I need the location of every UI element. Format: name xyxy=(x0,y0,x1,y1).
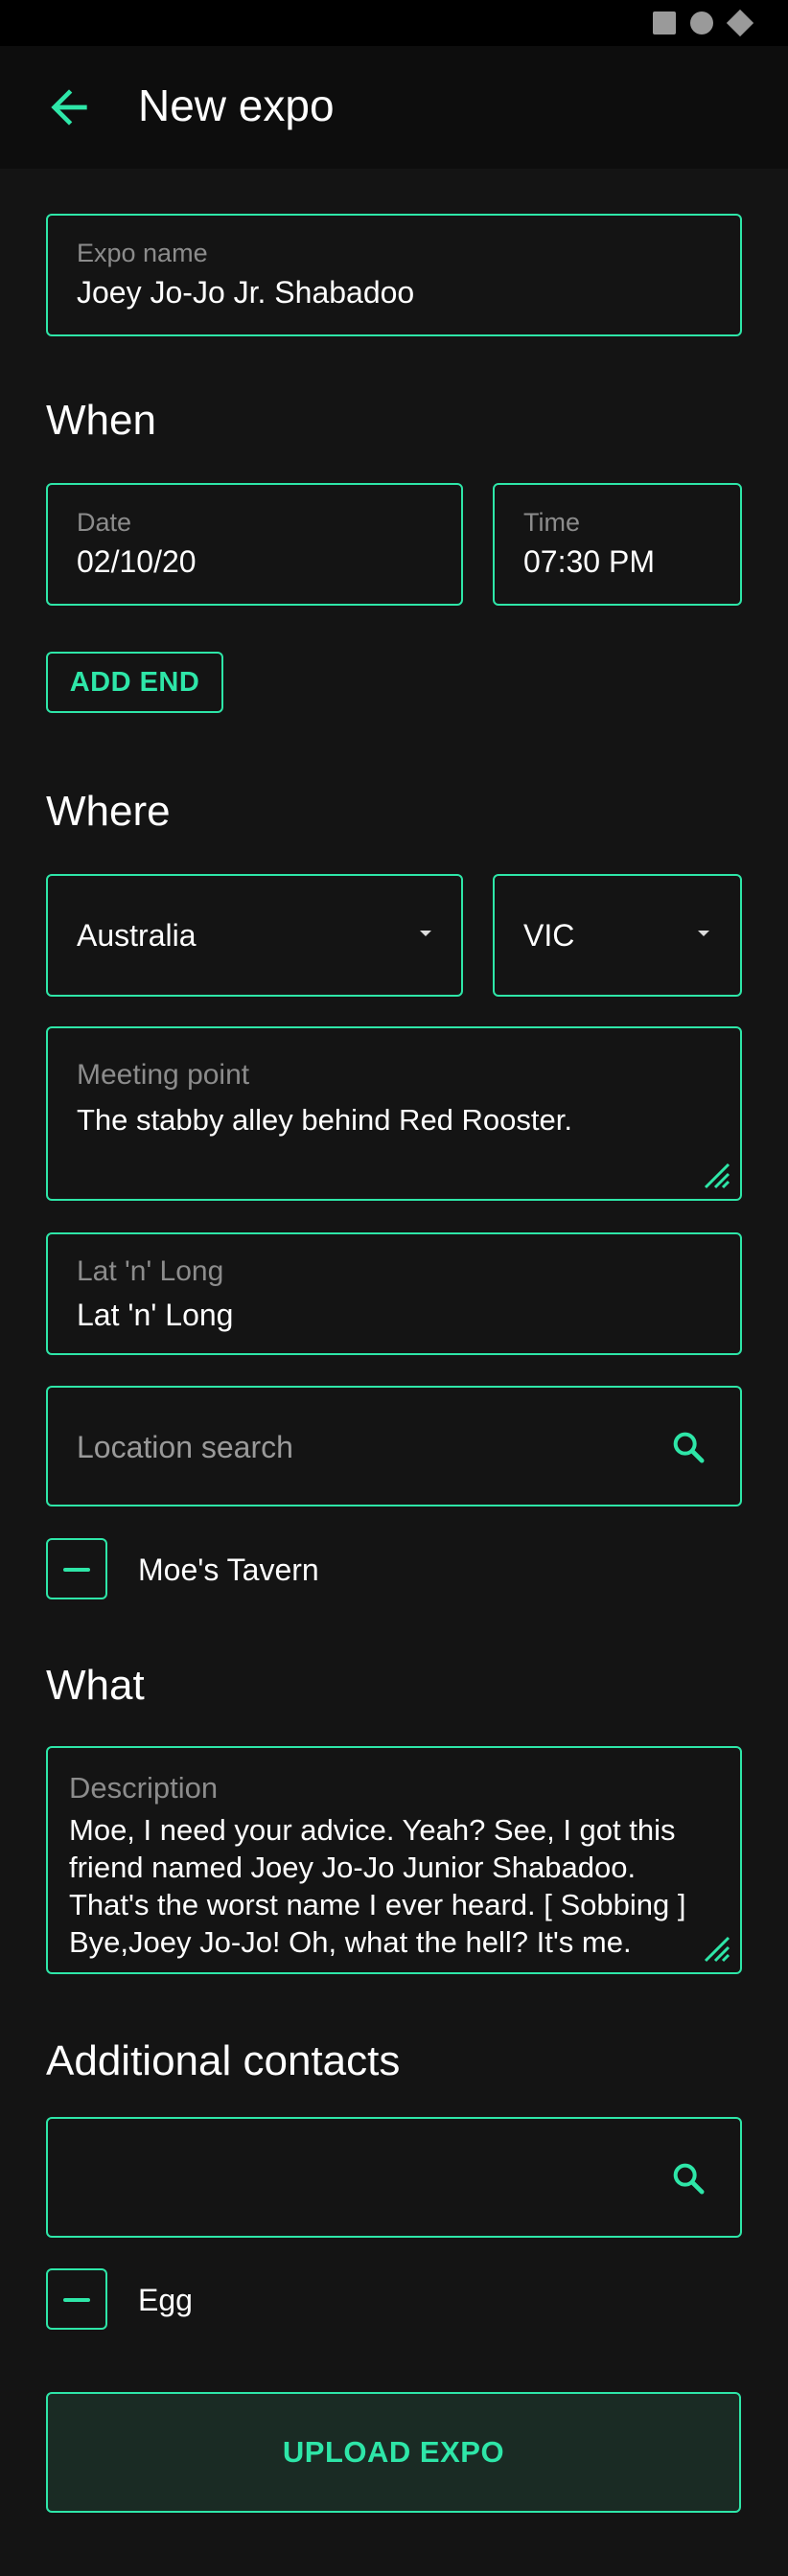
page-title: New expo xyxy=(138,80,335,130)
date-value: 02/10/20 xyxy=(77,544,197,579)
date-label: Date xyxy=(77,508,132,537)
lat-long-label: Lat 'n' Long xyxy=(77,1255,224,1287)
expo-name-label: Expo name xyxy=(77,239,208,267)
what-heading: What xyxy=(46,1662,145,1709)
minus-icon xyxy=(63,2298,90,2302)
description-field[interactable]: Description Moe, I need your advice. Yea… xyxy=(46,1746,742,1974)
status-bar xyxy=(0,0,788,46)
minus-icon xyxy=(63,1568,90,1572)
where-heading: Where xyxy=(46,788,171,835)
expo-name-value: Joey Jo-Jo Jr. Shabadoo xyxy=(77,275,415,310)
state-select[interactable]: VIC xyxy=(493,874,742,997)
resize-handle-icon[interactable] xyxy=(702,1934,730,1963)
lat-long-value: Lat 'n' Long xyxy=(77,1298,234,1332)
upload-expo-button[interactable]: UPLOAD EXPO xyxy=(46,2392,741,2513)
meeting-point-field[interactable]: Meeting point The stabby alley behind Re… xyxy=(46,1026,742,1201)
selected-location-label: Moe's Tavern xyxy=(138,1552,319,1587)
date-field[interactable]: Date 02/10/20 xyxy=(46,483,463,606)
app-bar: New expo xyxy=(0,46,788,169)
arrow-left-icon xyxy=(51,89,87,126)
selected-contact-label: Egg xyxy=(138,2283,193,2317)
remove-contact-button[interactable] xyxy=(46,2268,107,2330)
country-value: Australia xyxy=(77,918,197,953)
additional-contacts-heading: Additional contacts xyxy=(46,2037,401,2084)
contact-search-field[interactable] xyxy=(46,2117,742,2238)
time-value: 07:30 PM xyxy=(523,544,655,579)
recents-icon xyxy=(653,12,676,34)
back-button[interactable] xyxy=(42,80,96,134)
remove-location-button[interactable] xyxy=(46,1538,107,1599)
caret-down-icon xyxy=(420,931,431,936)
search-icon[interactable] xyxy=(669,2159,707,2197)
back-nav-icon xyxy=(726,9,754,37)
home-icon xyxy=(690,12,713,34)
description-value: Moe, I need your advice. Yeah? See, I go… xyxy=(69,1813,686,1959)
time-field[interactable]: Time 07:30 PM xyxy=(493,483,742,606)
resize-handle-icon[interactable] xyxy=(702,1161,730,1189)
lat-long-field[interactable]: Lat 'n' Long Lat 'n' Long xyxy=(46,1232,742,1355)
location-search-field[interactable]: Location search xyxy=(46,1386,742,1506)
time-label: Time xyxy=(523,508,580,537)
state-value: VIC xyxy=(523,918,575,953)
caret-down-icon xyxy=(698,931,709,936)
description-label: Description xyxy=(69,1771,219,1805)
meeting-point-label: Meeting point xyxy=(77,1059,250,1091)
expo-name-field[interactable]: Expo name Joey Jo-Jo Jr. Shabadoo xyxy=(46,214,742,336)
location-search-placeholder: Location search xyxy=(77,1430,293,1464)
country-select[interactable]: Australia xyxy=(46,874,463,997)
search-icon[interactable] xyxy=(669,1428,707,1466)
when-heading: When xyxy=(46,397,156,444)
add-end-button[interactable]: ADD END xyxy=(46,652,223,713)
meeting-point-value: The stabby alley behind Red Rooster. xyxy=(77,1103,572,1137)
